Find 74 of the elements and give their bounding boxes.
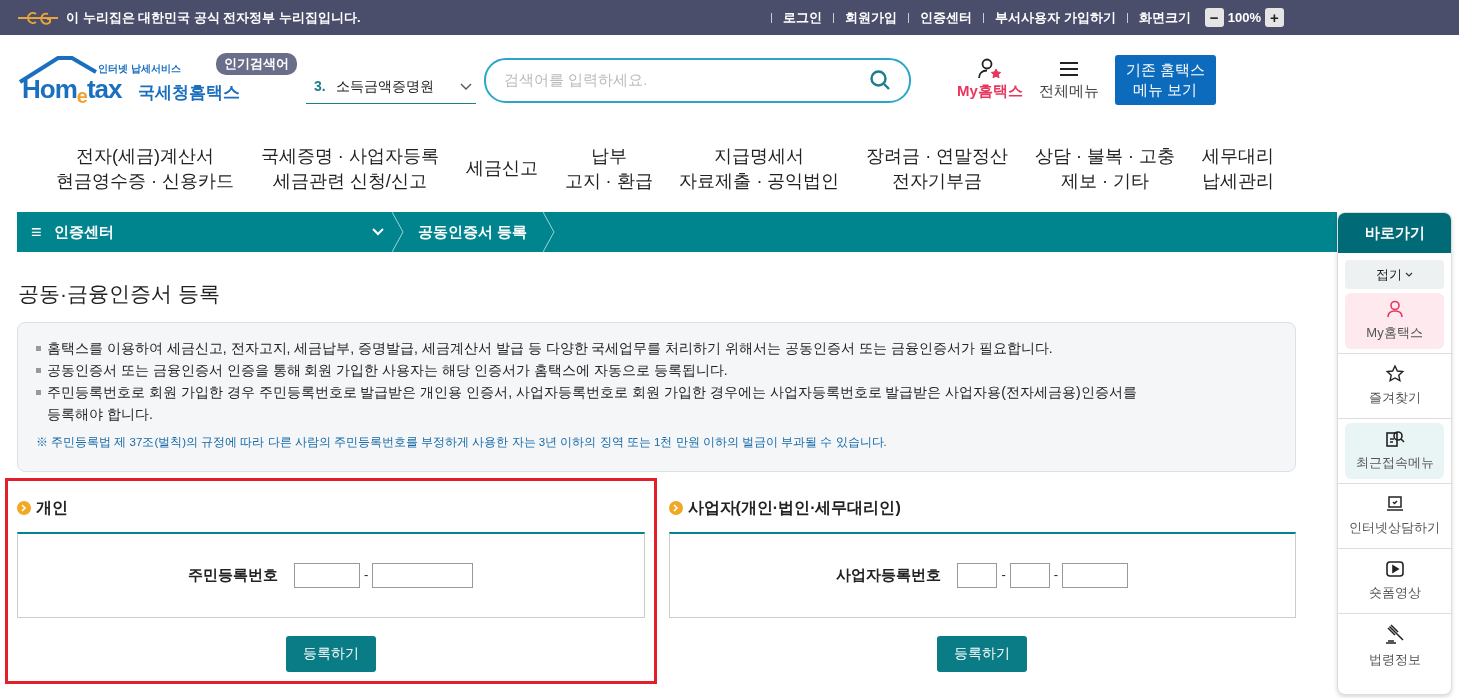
quick-menu-item[interactable]: 인터넷상담하기	[1345, 488, 1444, 544]
search-field[interactable]: 검색어를 입력하세요.	[484, 57, 911, 103]
number-input[interactable]	[1062, 562, 1129, 588]
number-input[interactable]	[957, 562, 998, 588]
legacy-menu-button[interactable]: 기존 홈택스 메뉴 보기	[1114, 55, 1216, 105]
number-input[interactable]	[294, 562, 361, 588]
top-link[interactable]: 회원가입	[845, 7, 898, 28]
chevron-down-icon	[371, 228, 384, 236]
my-hometax-button[interactable]: My홈택스	[957, 57, 1023, 103]
breadcrumb-section[interactable]: 인증센터	[53, 220, 384, 244]
quick-menu-item[interactable]: 법령정보	[1345, 618, 1444, 674]
field-label: 주민등록번호	[188, 564, 279, 585]
register-button[interactable]: 등록하기	[285, 635, 376, 672]
top-link[interactable]: 부서사용자 가입하기	[995, 7, 1116, 28]
person-star-icon	[976, 57, 1003, 80]
separator: -	[364, 566, 369, 585]
nav-menu-item[interactable]: 납부 고지 · 환급	[564, 143, 653, 194]
quick-menu-item[interactable]: 최근접속메뉴	[1345, 423, 1444, 479]
breadcrumb-current[interactable]: 공동인증서 등록	[417, 220, 527, 244]
nav-menu-item[interactable]: 세무대리 납세관리	[1201, 143, 1274, 194]
popular-term-select[interactable]: 3. 소득금액증명원	[306, 70, 476, 104]
notice-text: 공동인증서 또는 금융인증서 인증을 통해 회원 가입한 사용자는 해당 인증서가 홈택스에 자동으로 등록됩니다.	[47, 360, 728, 380]
chevron-down-icon	[1405, 272, 1413, 277]
zoom-value: 100%	[1227, 8, 1261, 27]
legal-note: ※ 주민등록법 제 37조(벌칙)의 규정에 따라 다른 사람의 주민등록번호를 부정하게 사용한 자는 3년 이하의 징역 또는 1천 만원 이하의 벌금이 부과될 수 있습니다.	[36, 434, 888, 450]
chevron-down-icon	[460, 82, 472, 91]
popular-badge: 인기검색어	[216, 53, 297, 75]
separator: -	[1001, 566, 1006, 585]
field-label: 사업자등록번호	[836, 564, 942, 585]
page-title: 공동·금융인증서 등록	[18, 281, 221, 307]
chevron-circle-icon	[17, 500, 31, 515]
logo-tagline: 인터넷 납세서비스	[98, 62, 181, 76]
nav-menu-item[interactable]: 장려금 · 연말정산 전자기부금	[866, 143, 1009, 194]
chevron-circle-icon	[668, 500, 683, 515]
breadcrumb-separator-icon	[391, 212, 404, 252]
nav-menu-item[interactable]: 전자(세금)계산서 현금영수증 · 신용카드	[56, 143, 234, 194]
all-menu-button[interactable]: 전체메뉴	[1038, 57, 1099, 103]
number-input[interactable]	[372, 562, 474, 588]
star-icon	[1384, 364, 1405, 385]
section-title: 사업자(개인·법인·세무대리인)	[687, 497, 901, 518]
bullet-icon	[36, 389, 41, 395]
quick-menu-item[interactable]: 즐겨찾기	[1345, 358, 1444, 414]
nav-menu-item[interactable]: 국세증명 · 사업자등록 세금관련 신청/신고	[260, 143, 439, 194]
logo-icon	[18, 10, 60, 25]
logo-name: 국세청홈택스	[138, 82, 240, 104]
quick-menu-item[interactable]: 숏폼영상	[1345, 553, 1444, 609]
document-search-icon	[1384, 429, 1405, 450]
nav-menu-item[interactable]: 지급명세서 자료제출 · 공익법인	[679, 143, 840, 194]
register-button[interactable]: 등록하기	[937, 635, 1028, 672]
section-title: 개인	[36, 497, 68, 518]
breadcrumb-separator-icon	[542, 212, 555, 252]
notice-text: 홈택스를 이용하여 세금신고, 전자고지, 세금납부, 증명발급, 세금계산서 발급 등 다양한 국세업무를 처리하기 위해서는 공동인증서 또는 금융인증서가 필요합니다.	[47, 338, 1053, 358]
top-link[interactable]: 로그인	[783, 7, 823, 28]
search-icon[interactable]	[869, 69, 891, 91]
bullet-icon	[36, 345, 41, 351]
top-link[interactable]: 인증센터	[920, 7, 973, 28]
collapse-button[interactable]: 접기	[1345, 260, 1444, 289]
logo-wordmark: Hom$_{e}$tax	[22, 76, 122, 102]
zoom-label: 화면크기	[1138, 8, 1191, 27]
quick-menu-item[interactable]: My홈택스	[1345, 293, 1444, 349]
menu-glyph: ≡	[31, 220, 42, 244]
zoom-out-button[interactable]: −	[1204, 8, 1224, 27]
zoom-in-button[interactable]: +	[1265, 8, 1284, 27]
number-input[interactable]	[1009, 562, 1050, 588]
nav-menu-item[interactable]: 상담 · 불복 · 고충 제보 · 기타	[1035, 143, 1176, 194]
government-notice: 이 누리집은 대한민국 공식 전자정부 누리집입니다.	[66, 8, 361, 27]
quick-menu-title: 바로가기	[1338, 213, 1451, 253]
notice-text: 주민등록번호로 회원 가입한 경우 주민등록번호로 발급받은 개인용 인증서, 사업자등록번호로 회원 가입한 경우에는 사업자등록번호로 발급받은 사업자용(전자세금용)인증서를 등록해야 합니다.	[47, 382, 1137, 424]
nav-menu-item[interactable]: 세금신고	[465, 156, 538, 181]
person-icon	[1384, 299, 1405, 320]
separator: -	[1053, 566, 1059, 585]
search-input[interactable]: 검색어를 입력하세요.	[504, 68, 869, 92]
bullet-icon	[36, 367, 41, 373]
play-icon	[1384, 559, 1405, 580]
